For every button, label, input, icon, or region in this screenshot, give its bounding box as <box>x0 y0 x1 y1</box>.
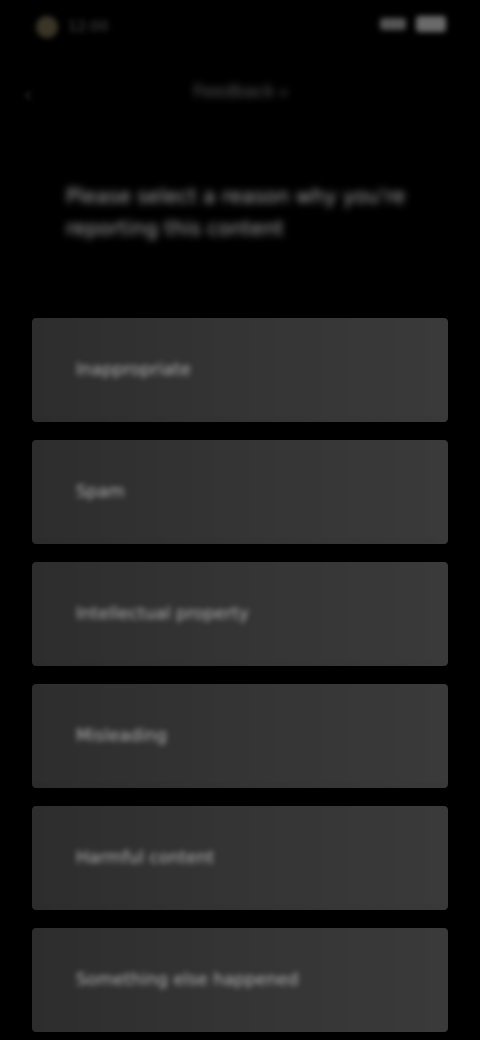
page-title-text: Feedback <box>193 82 275 102</box>
signal-icon <box>380 18 406 30</box>
option-inappropriate[interactable]: Inappropriate <box>32 318 448 422</box>
option-label: Something else happened <box>76 970 299 990</box>
option-label: Harmful content <box>76 848 215 868</box>
status-time: 12:00 <box>68 19 109 35</box>
option-label: Spam <box>76 482 125 502</box>
option-something-else[interactable]: Something else happened <box>32 928 448 1032</box>
option-label: Inappropriate <box>76 360 191 380</box>
battery-icon <box>416 16 446 32</box>
prompt-text: Please select a reason why you're report… <box>66 184 406 240</box>
header: ‹ Feedback ▾ <box>0 70 480 118</box>
option-harmful-content[interactable]: Harmful content <box>32 806 448 910</box>
page-title[interactable]: Feedback ▾ <box>0 82 480 102</box>
status-left: 12:00 <box>36 16 108 38</box>
option-label: Misleading <box>76 726 167 746</box>
status-right <box>380 16 446 32</box>
options-list: Inappropriate Spam Intellectual property… <box>32 318 448 1032</box>
option-intellectual-property[interactable]: Intellectual property <box>32 562 448 666</box>
option-label: Intellectual property <box>76 604 249 624</box>
status-bar: 12:00 <box>0 0 480 60</box>
app-indicator-icon <box>36 16 58 38</box>
chevron-down-icon: ▾ <box>280 86 287 100</box>
option-misleading[interactable]: Misleading <box>32 684 448 788</box>
option-spam[interactable]: Spam <box>32 440 448 544</box>
